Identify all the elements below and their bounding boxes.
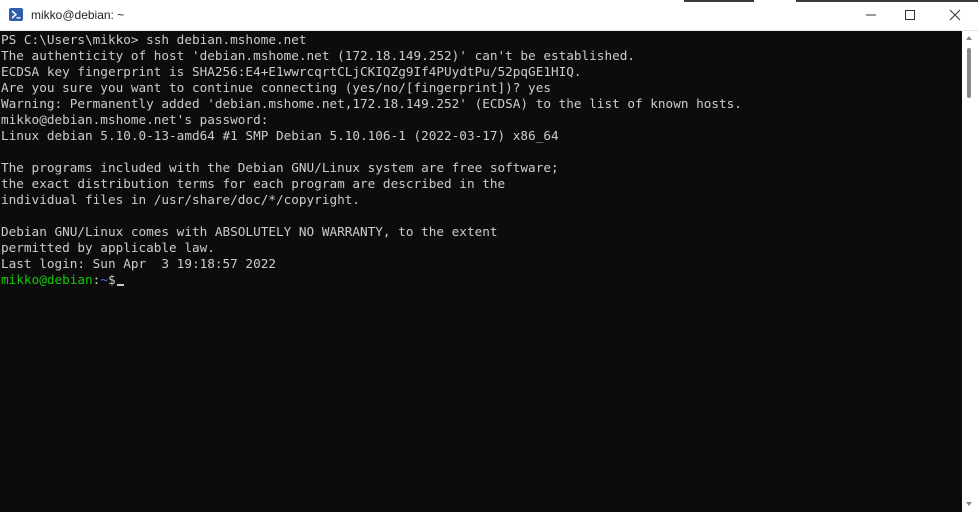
background-window-edge xyxy=(684,0,754,2)
maximize-button[interactable] xyxy=(887,0,932,30)
prompt-user-host: mikko@debian xyxy=(1,272,93,287)
close-icon xyxy=(949,9,960,21)
terminal-line: the exact distribution terms for each pr… xyxy=(1,176,506,191)
scroll-up-arrow-icon[interactable] xyxy=(966,36,972,40)
terminal-line: Warning: Permanently added 'debian.mshom… xyxy=(1,96,742,111)
scroll-down-arrow-icon[interactable] xyxy=(966,502,972,506)
text-cursor xyxy=(116,284,124,286)
terminal-output[interactable]: PS C:\Users\mikko> ssh debian.mshome.net… xyxy=(0,31,962,512)
terminal-line: The authenticity of host 'debian.mshome.… xyxy=(1,48,635,63)
prompt-symbol: $ xyxy=(107,272,116,287)
terminal-line: Linux debian 5.10.0-13-amd64 #1 SMP Debi… xyxy=(1,128,559,143)
terminal-line: Last login: Sun Apr 3 19:18:57 2022 xyxy=(1,256,276,271)
prompt-path: ~ xyxy=(100,272,108,287)
terminal-line: The programs included with the Debian GN… xyxy=(1,160,559,175)
window-title: mikko@debian: ~ xyxy=(31,8,125,22)
maximize-icon xyxy=(904,10,915,20)
terminal-line: individual files in /usr/share/doc/*/cop… xyxy=(1,192,361,207)
vertical-scrollbar[interactable] xyxy=(962,31,978,512)
scrollbar-thumb[interactable] xyxy=(967,48,971,98)
terminal-window: mikko@debian: ~ PS C:\Users\mikko> ssh d… xyxy=(0,0,978,512)
terminal-line: Are you sure you want to continue connec… xyxy=(1,80,551,95)
title-bar[interactable]: mikko@debian: ~ xyxy=(0,0,978,31)
terminal-line: Debian GNU/Linux comes with ABSOLUTELY N… xyxy=(1,224,498,239)
shell-prompt[interactable]: mikko@debian:~$ xyxy=(1,272,124,288)
terminal-line: mikko@debian.mshome.net's password: xyxy=(1,112,269,127)
terminal-line: permitted by applicable law. xyxy=(1,240,215,255)
powershell-icon xyxy=(9,8,23,21)
terminal-line: PS C:\Users\mikko> ssh debian.mshome.net xyxy=(1,32,307,47)
minimize-icon xyxy=(865,14,876,16)
close-button[interactable] xyxy=(932,0,977,30)
terminal-line: ECDSA key fingerprint is SHA256:E4+E1wwr… xyxy=(1,64,582,79)
